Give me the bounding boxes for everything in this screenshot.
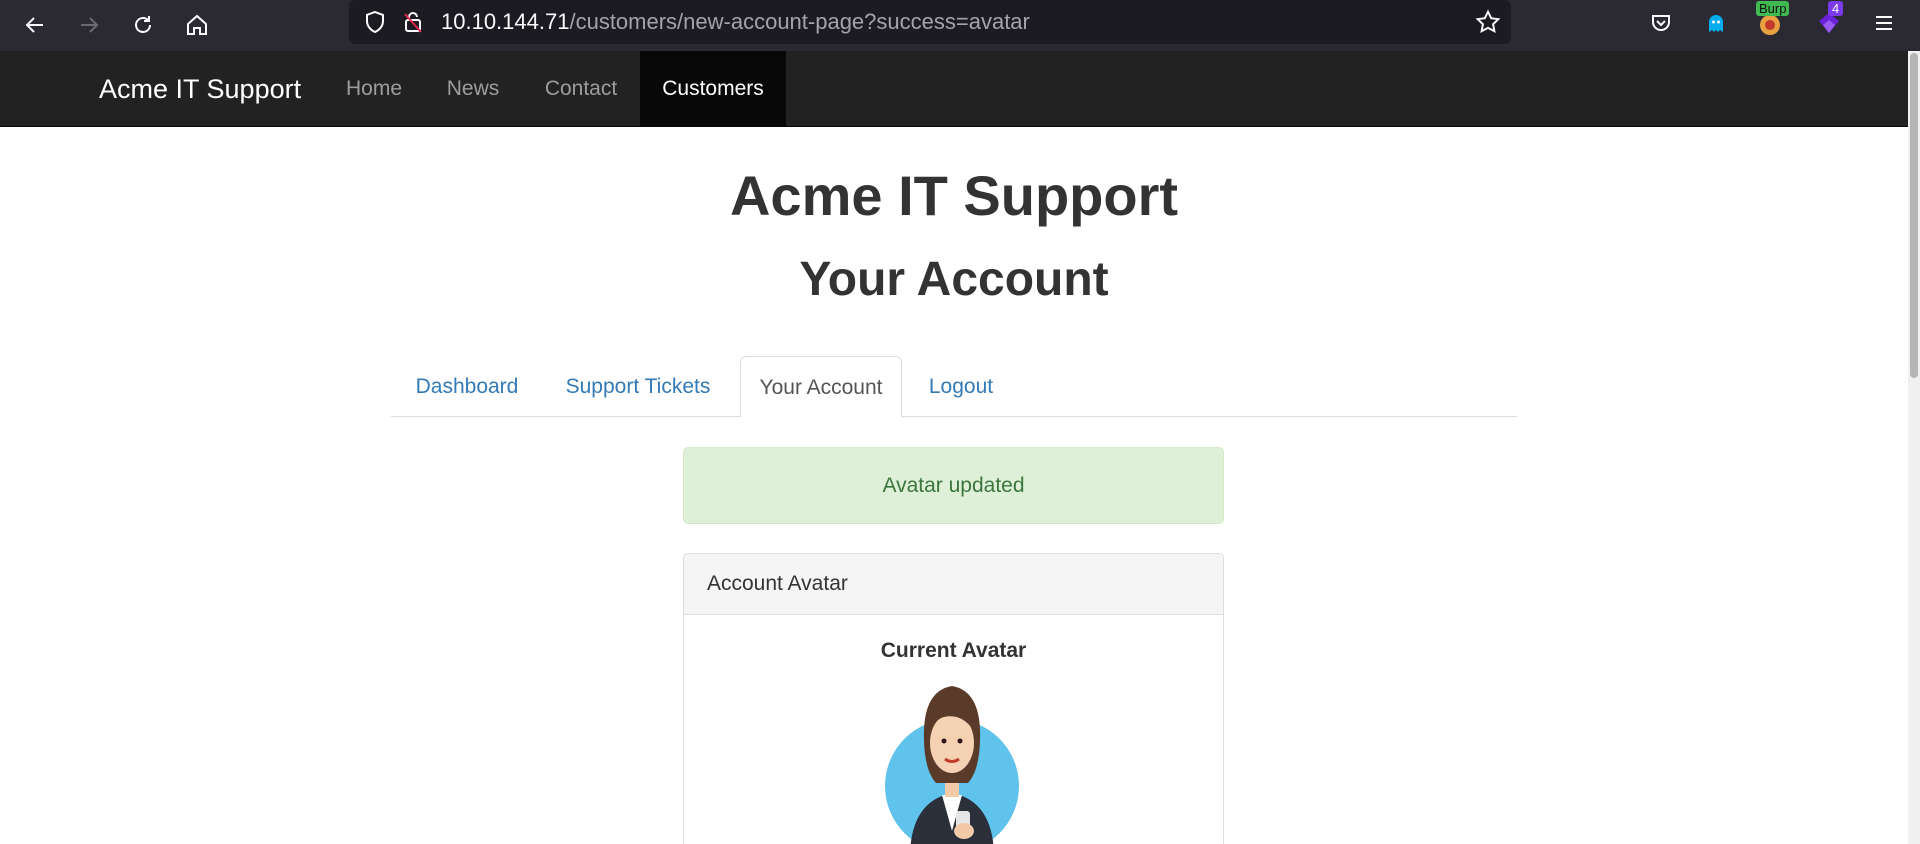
pocket-icon	[1652, 15, 1670, 31]
forward-button[interactable]	[70, 6, 108, 44]
current-avatar-image	[885, 686, 1019, 844]
shield-icon[interactable]	[363, 10, 387, 34]
panel-heading: Account Avatar	[684, 554, 1223, 615]
tab-dashboard[interactable]: Dashboard	[392, 356, 542, 417]
page-title: Acme IT Support	[729, 164, 1179, 227]
ghost-icon	[1709, 15, 1723, 32]
nav-item-home[interactable]: Home	[330, 51, 418, 127]
current-avatar-label: Current Avatar	[880, 639, 1027, 662]
browser-toolbar: 10.10.144.71/customers/new-account-page?…	[0, 0, 1920, 51]
scrollbar-thumb[interactable]	[1910, 53, 1918, 378]
url-host: 10.10.144.71	[441, 9, 570, 34]
hamburger-menu-icon	[1876, 16, 1892, 30]
tab-logout[interactable]: Logout	[906, 356, 1016, 417]
back-arrow-icon	[25, 17, 43, 33]
url-path: /customers/new-account-page?success=avat…	[569, 9, 1030, 34]
reload-icon	[135, 16, 151, 33]
home-button[interactable]	[178, 6, 216, 44]
account-tabs: Dashboard Support Tickets Your Account L…	[391, 354, 1517, 418]
insecure-lock-icon[interactable]	[401, 10, 425, 34]
reload-button[interactable]	[124, 6, 162, 44]
pocket-button[interactable]	[1646, 8, 1676, 38]
page-scrollbar[interactable]	[1908, 51, 1920, 844]
forward-arrow-icon	[81, 17, 99, 33]
url-text[interactable]: 10.10.144.71/customers/new-account-page?…	[441, 10, 1030, 34]
home-icon	[187, 14, 207, 35]
menu-button[interactable]	[1869, 8, 1899, 38]
extension-count-badge: 4	[1828, 1, 1844, 16]
account-avatar-panel: Account Avatar Current Avatar	[683, 553, 1224, 844]
back-button[interactable]	[16, 6, 54, 44]
nav-item-customers[interactable]: Customers	[640, 51, 786, 127]
page-subtitle: Your Account	[799, 253, 1109, 306]
success-alert: Avatar updated	[683, 447, 1224, 524]
tab-support-tickets[interactable]: Support Tickets	[546, 356, 730, 417]
url-bar[interactable]: 10.10.144.71/customers/new-account-page?…	[349, 0, 1511, 44]
burp-badge: Burp	[1756, 1, 1790, 16]
tab-your-account[interactable]: Your Account	[740, 356, 902, 418]
navbar-brand[interactable]: Acme IT Support	[99, 51, 301, 127]
nav-item-contact[interactable]: Contact	[528, 51, 634, 127]
site-navbar: Acme IT Support Home News Contact Custom…	[0, 51, 1908, 127]
nav-item-news[interactable]: News	[426, 51, 520, 127]
ghostery-extension-button[interactable]	[1701, 8, 1731, 38]
bookmark-star-icon[interactable]	[1475, 9, 1501, 35]
